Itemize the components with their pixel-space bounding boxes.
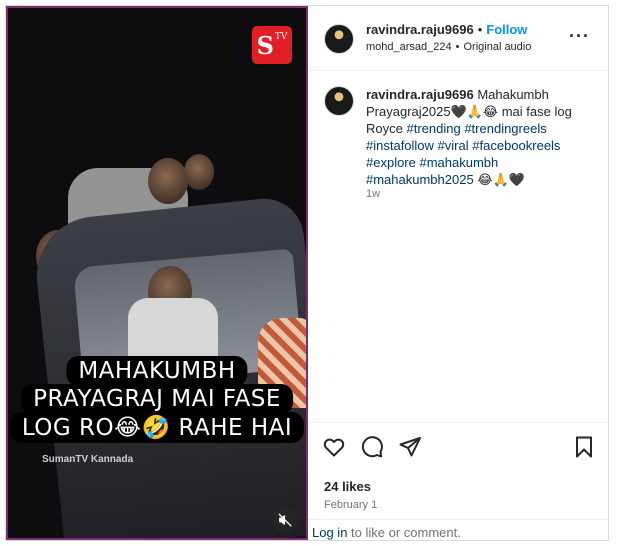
bookmark-icon[interactable]	[572, 435, 596, 459]
action-bar: 24 likes February 1 Log in to like or co…	[308, 422, 608, 541]
more-options-button[interactable]: ···	[569, 26, 590, 47]
header-top-line: ravindra.raju9696 • Follow	[366, 22, 527, 37]
avatar[interactable]	[324, 86, 354, 116]
separator-dot: •	[477, 22, 483, 37]
heart-icon[interactable]	[322, 435, 346, 459]
hashtag-link[interactable]: #viral	[438, 138, 469, 153]
channel-logo: S TV	[252, 26, 292, 64]
post-age[interactable]: 1w	[366, 188, 380, 200]
post-sidebar: ravindra.raju9696 • Follow mohd_arsad_224 •…	[308, 6, 608, 540]
audio-line: mohd_arsad_224 • Original audio	[366, 41, 531, 53]
hashtag-link[interactable]: #facebookreels	[472, 138, 560, 153]
mute-button[interactable]	[272, 507, 298, 533]
comment-icon[interactable]	[360, 435, 384, 459]
caption-text: ravindra.raju9696 Mahakumbh Prayagraj202…	[366, 86, 596, 188]
video-caption-line-1: MAHAKUMBH	[66, 356, 248, 386]
username-link[interactable]: ravindra.raju9696	[366, 87, 474, 102]
video-caption-line-2: PRAYAGRAJ MAI FASE	[21, 384, 293, 414]
hashtag-link[interactable]: #instafollow	[366, 138, 434, 153]
audio-user-link[interactable]: mohd_arsad_224	[366, 41, 452, 53]
hashtag-link[interactable]: #mahakumbh	[420, 155, 499, 170]
like-count[interactable]: 24 likes	[324, 479, 371, 494]
crowd-person	[184, 154, 214, 190]
login-suffix: to like or comment.	[351, 525, 461, 540]
speaker-muted-icon	[278, 513, 292, 527]
login-prompt: Log in to like or comment.	[308, 519, 608, 541]
hashtag-link[interactable]: #mahakumbh2025	[366, 172, 474, 187]
crowd-person	[148, 158, 188, 204]
post-dialog: S TV MAHAKUMBH PRAYAGRAJ MAI FASE LOG RO😂…	[5, 5, 609, 541]
channel-watermark: SumanTV Kannada	[42, 454, 134, 465]
username-link[interactable]: ravindra.raju9696	[366, 22, 474, 37]
hashtag-link[interactable]: #trendingreels	[464, 121, 546, 136]
reel-video[interactable]: S TV MAHAKUMBH PRAYAGRAJ MAI FASE LOG RO😂…	[6, 6, 308, 540]
original-audio-link[interactable]: Original audio	[463, 41, 531, 53]
hashtag-link[interactable]: #explore	[366, 155, 416, 170]
passenger-shirt	[128, 298, 218, 358]
post-date: February 1	[324, 499, 378, 511]
post-header: ravindra.raju9696 • Follow mohd_arsad_224 •…	[308, 6, 608, 71]
trailing-emoji: 😂🙏🖤	[477, 172, 525, 187]
follow-button[interactable]: Follow	[486, 22, 527, 37]
separator-dot: •	[455, 41, 460, 53]
avatar[interactable]	[324, 24, 354, 54]
share-icon[interactable]	[398, 435, 422, 459]
login-link[interactable]: Log in	[312, 525, 347, 540]
hashtag-link[interactable]: #trending	[406, 121, 460, 136]
video-caption-line-3: LOG RO😂🤣 RAHE HAI	[9, 412, 305, 443]
